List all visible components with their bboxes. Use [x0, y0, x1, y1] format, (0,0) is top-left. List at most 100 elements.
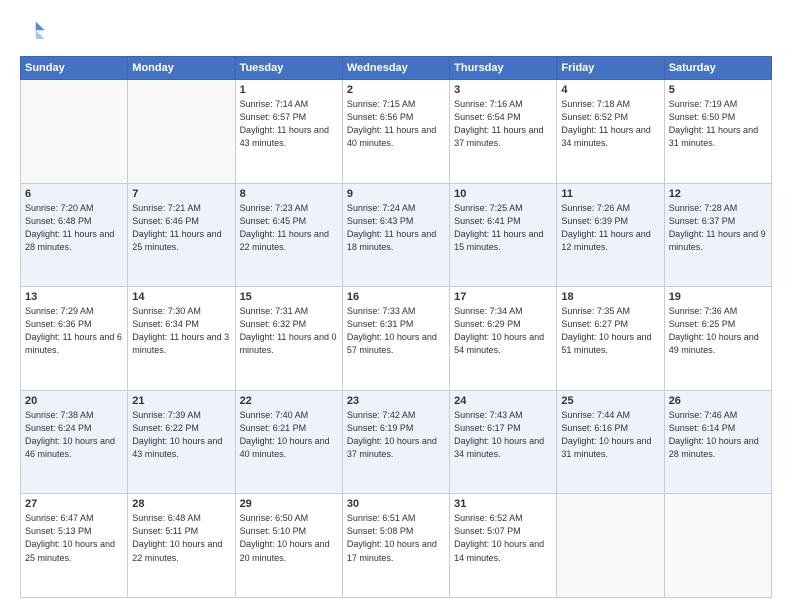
- calendar-table: SundayMondayTuesdayWednesdayThursdayFrid…: [20, 56, 772, 598]
- calendar-cell: 3 Sunrise: 7:16 AM Sunset: 6:54 PM Daylig…: [450, 80, 557, 184]
- day-number: 21: [132, 395, 230, 407]
- calendar-cell: 12 Sunrise: 7:28 AM Sunset: 6:37 PM Dayli…: [664, 183, 771, 287]
- day-info: Sunrise: 7:28 AM Sunset: 6:37 PM Dayligh…: [669, 202, 767, 254]
- calendar-cell: [128, 80, 235, 184]
- week-row-2: 6 Sunrise: 7:20 AM Sunset: 6:48 PM Daylig…: [21, 183, 772, 287]
- calendar-cell: 4 Sunrise: 7:18 AM Sunset: 6:52 PM Daylig…: [557, 80, 664, 184]
- calendar-cell: 10 Sunrise: 7:25 AM Sunset: 6:41 PM Dayli…: [450, 183, 557, 287]
- day-info: Sunrise: 7:14 AM Sunset: 6:57 PM Dayligh…: [240, 98, 338, 150]
- day-number: 8: [240, 188, 338, 200]
- calendar-cell: [557, 494, 664, 598]
- day-info: Sunrise: 7:44 AM Sunset: 6:16 PM Dayligh…: [561, 409, 659, 461]
- day-info: Sunrise: 7:40 AM Sunset: 6:21 PM Dayligh…: [240, 409, 338, 461]
- day-info: Sunrise: 7:31 AM Sunset: 6:32 PM Dayligh…: [240, 305, 338, 357]
- calendar-cell: 7 Sunrise: 7:21 AM Sunset: 6:46 PM Daylig…: [128, 183, 235, 287]
- calendar-cell: 17Sunrise: 7:34 AM Sunset: 6:29 PM Dayli…: [450, 287, 557, 391]
- day-number: 16: [347, 291, 445, 303]
- calendar-cell: 9 Sunrise: 7:24 AM Sunset: 6:43 PM Daylig…: [342, 183, 449, 287]
- day-info: Sunrise: 7:21 AM Sunset: 6:46 PM Dayligh…: [132, 202, 230, 254]
- day-info: Sunrise: 7:39 AM Sunset: 6:22 PM Dayligh…: [132, 409, 230, 461]
- calendar-cell: 23 Sunrise: 7:42 AM Sunset: 6:19 PM Dayli…: [342, 390, 449, 494]
- calendar-cell: 15Sunrise: 7:31 AM Sunset: 6:32 PM Dayli…: [235, 287, 342, 391]
- day-number: 19: [669, 291, 767, 303]
- weekday-header-saturday: Saturday: [664, 57, 771, 80]
- day-info: Sunrise: 7:36 AM Sunset: 6:25 PM Dayligh…: [669, 305, 767, 357]
- day-info: Sunrise: 7:43 AM Sunset: 6:17 PM Dayligh…: [454, 409, 552, 461]
- logo: [20, 18, 52, 46]
- day-number: 20: [25, 395, 123, 407]
- day-number: 2: [347, 84, 445, 96]
- weekday-header-tuesday: Tuesday: [235, 57, 342, 80]
- day-info: Sunrise: 7:15 AM Sunset: 6:56 PM Dayligh…: [347, 98, 445, 150]
- day-info: Sunrise: 7:35 AM Sunset: 6:27 PM Dayligh…: [561, 305, 659, 357]
- day-number: 10: [454, 188, 552, 200]
- day-number: 24: [454, 395, 552, 407]
- day-number: 3: [454, 84, 552, 96]
- day-number: 12: [669, 188, 767, 200]
- day-info: Sunrise: 7:29 AM Sunset: 6:36 PM Dayligh…: [25, 305, 123, 357]
- weekday-header-friday: Friday: [557, 57, 664, 80]
- day-number: 6: [25, 188, 123, 200]
- weekday-header-sunday: Sunday: [21, 57, 128, 80]
- day-number: 7: [132, 188, 230, 200]
- calendar-cell: 31Sunrise: 6:52 AM Sunset: 5:07 PM Dayli…: [450, 494, 557, 598]
- weekday-header-row: SundayMondayTuesdayWednesdayThursdayFrid…: [21, 57, 772, 80]
- calendar-cell: 19 Sunrise: 7:36 AM Sunset: 6:25 PM Dayli…: [664, 287, 771, 391]
- day-info: Sunrise: 6:48 AM Sunset: 5:11 PM Dayligh…: [132, 512, 230, 564]
- calendar-cell: 24 Sunrise: 7:43 AM Sunset: 6:17 PM Dayli…: [450, 390, 557, 494]
- page: SundayMondayTuesdayWednesdayThursdayFrid…: [0, 0, 792, 612]
- weekday-header-thursday: Thursday: [450, 57, 557, 80]
- calendar-cell: 16Sunrise: 7:33 AM Sunset: 6:31 PM Dayli…: [342, 287, 449, 391]
- calendar-cell: 14 Sunrise: 7:30 AM Sunset: 6:34 PM Dayli…: [128, 287, 235, 391]
- day-number: 9: [347, 188, 445, 200]
- day-number: 13: [25, 291, 123, 303]
- day-info: Sunrise: 7:30 AM Sunset: 6:34 PM Dayligh…: [132, 305, 230, 357]
- day-info: Sunrise: 6:47 AM Sunset: 5:13 PM Dayligh…: [25, 512, 123, 564]
- day-info: Sunrise: 7:16 AM Sunset: 6:54 PM Dayligh…: [454, 98, 552, 150]
- day-number: 23: [347, 395, 445, 407]
- calendar-cell: 2 Sunrise: 7:15 AM Sunset: 6:56 PM Daylig…: [342, 80, 449, 184]
- generalblue-logo-icon: [20, 18, 48, 46]
- week-row-1: 1 Sunrise: 7:14 AM Sunset: 6:57 PM Daylig…: [21, 80, 772, 184]
- day-number: 25: [561, 395, 659, 407]
- day-info: Sunrise: 7:20 AM Sunset: 6:48 PM Dayligh…: [25, 202, 123, 254]
- day-info: Sunrise: 7:42 AM Sunset: 6:19 PM Dayligh…: [347, 409, 445, 461]
- day-info: Sunrise: 7:23 AM Sunset: 6:45 PM Dayligh…: [240, 202, 338, 254]
- weekday-header-wednesday: Wednesday: [342, 57, 449, 80]
- day-number: 11: [561, 188, 659, 200]
- day-number: 30: [347, 498, 445, 510]
- day-info: Sunrise: 6:50 AM Sunset: 5:10 PM Dayligh…: [240, 512, 338, 564]
- week-row-3: 13 Sunrise: 7:29 AM Sunset: 6:36 PM Dayli…: [21, 287, 772, 391]
- day-info: Sunrise: 7:24 AM Sunset: 6:43 PM Dayligh…: [347, 202, 445, 254]
- calendar-cell: 20 Sunrise: 7:38 AM Sunset: 6:24 PM Dayli…: [21, 390, 128, 494]
- calendar-cell: 1 Sunrise: 7:14 AM Sunset: 6:57 PM Daylig…: [235, 80, 342, 184]
- day-number: 27: [25, 498, 123, 510]
- day-number: 14: [132, 291, 230, 303]
- week-row-4: 20 Sunrise: 7:38 AM Sunset: 6:24 PM Dayli…: [21, 390, 772, 494]
- day-info: Sunrise: 7:18 AM Sunset: 6:52 PM Dayligh…: [561, 98, 659, 150]
- calendar-cell: 5Sunrise: 7:19 AM Sunset: 6:50 PM Daylig…: [664, 80, 771, 184]
- day-number: 5: [669, 84, 767, 96]
- header: [20, 18, 772, 46]
- calendar-cell: [21, 80, 128, 184]
- day-info: Sunrise: 7:34 AM Sunset: 6:29 PM Dayligh…: [454, 305, 552, 357]
- calendar-cell: 13 Sunrise: 7:29 AM Sunset: 6:36 PM Dayli…: [21, 287, 128, 391]
- calendar-cell: 25 Sunrise: 7:44 AM Sunset: 6:16 PM Dayli…: [557, 390, 664, 494]
- day-number: 26: [669, 395, 767, 407]
- calendar-cell: 11 Sunrise: 7:26 AM Sunset: 6:39 PM Dayli…: [557, 183, 664, 287]
- calendar-cell: 29 Sunrise: 6:50 AM Sunset: 5:10 PM Dayli…: [235, 494, 342, 598]
- day-info: Sunrise: 7:26 AM Sunset: 6:39 PM Dayligh…: [561, 202, 659, 254]
- calendar-cell: 8 Sunrise: 7:23 AM Sunset: 6:45 PM Daylig…: [235, 183, 342, 287]
- day-info: Sunrise: 7:38 AM Sunset: 6:24 PM Dayligh…: [25, 409, 123, 461]
- calendar-cell: [664, 494, 771, 598]
- calendar-cell: 28 Sunrise: 6:48 AM Sunset: 5:11 PM Dayli…: [128, 494, 235, 598]
- day-number: 29: [240, 498, 338, 510]
- day-info: Sunrise: 7:25 AM Sunset: 6:41 PM Dayligh…: [454, 202, 552, 254]
- calendar-cell: 26Sunrise: 7:46 AM Sunset: 6:14 PM Dayli…: [664, 390, 771, 494]
- day-number: 1: [240, 84, 338, 96]
- day-number: 4: [561, 84, 659, 96]
- day-number: 28: [132, 498, 230, 510]
- calendar-cell: 18Sunrise: 7:35 AM Sunset: 6:27 PM Dayli…: [557, 287, 664, 391]
- weekday-header-monday: Monday: [128, 57, 235, 80]
- week-row-5: 27 Sunrise: 6:47 AM Sunset: 5:13 PM Dayli…: [21, 494, 772, 598]
